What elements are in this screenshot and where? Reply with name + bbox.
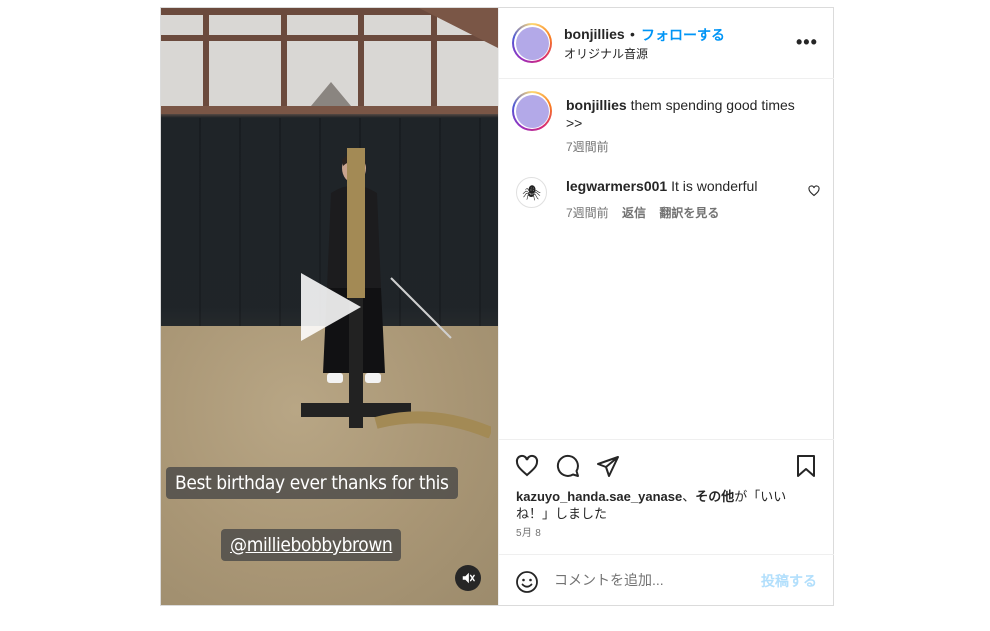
comment-timestamp[interactable]: 7週間前 <box>566 206 609 220</box>
post-header: bonjillies • フォローする オリジナル音源 ••• <box>499 8 834 79</box>
comment-text: legwarmers001 It is wonderful <box>566 178 757 194</box>
muted-speaker-icon[interactable] <box>455 565 481 591</box>
likes-others-link[interactable]: その他 <box>695 489 734 504</box>
bookmark-icon[interactable] <box>795 454 817 478</box>
follow-button[interactable]: フォローする <box>641 25 725 45</box>
likers-username[interactable]: kazuyo_handa.sae_yanase <box>516 489 682 504</box>
more-options-icon[interactable]: ••• <box>796 32 818 53</box>
post-container: Best birthday ever thanks for this @mill… <box>160 7 834 606</box>
header-separator: • <box>630 26 635 42</box>
caption-username[interactable]: bonjillies <box>566 97 627 113</box>
video-caption-mention: @milliebobbybrown <box>221 529 402 561</box>
post-date[interactable]: 5月 8 <box>516 524 541 539</box>
avatar[interactable] <box>512 23 552 63</box>
comment-like-heart-icon[interactable] <box>808 185 820 197</box>
play-icon[interactable] <box>301 273 361 341</box>
author-username[interactable]: bonjillies <box>564 26 625 42</box>
share-paper-plane-icon[interactable] <box>596 454 620 478</box>
translate-button[interactable]: 翻訳を見る <box>659 206 719 220</box>
comment-body: It is wonderful <box>671 178 758 194</box>
comment-composer: 投稿する <box>499 554 834 606</box>
post-comment-button[interactable]: 投稿する <box>761 571 817 591</box>
comment-meta: 7週間前 返信 翻訳を見る <box>566 204 729 221</box>
post-actions: kazuyo_handa.sae_yanase、その他が「いいね！」しました 5… <box>499 439 834 555</box>
comment-bubble-icon[interactable] <box>556 454 580 478</box>
audio-label[interactable]: オリジナル音源 <box>564 45 648 62</box>
commenter-avatar[interactable]: 🕷 <box>516 177 547 208</box>
caption-avatar[interactable] <box>512 91 552 131</box>
video-player[interactable]: Best birthday ever thanks for this @mill… <box>161 8 498 605</box>
post-side-panel: bonjillies • フォローする オリジナル音源 ••• bonjilli… <box>498 8 834 606</box>
emoji-icon[interactable] <box>515 570 539 594</box>
comment-username[interactable]: legwarmers001 <box>566 178 667 194</box>
likes-summary: kazuyo_handa.sae_yanase、その他が「いいね！」しました <box>516 488 816 522</box>
window-frame <box>161 8 498 114</box>
comment-input[interactable] <box>554 570 744 590</box>
video-caption-line-1: Best birthday ever thanks for this <box>166 467 458 499</box>
likes-mid: 、 <box>682 489 696 504</box>
reply-button[interactable]: 返信 <box>622 206 646 220</box>
like-heart-icon[interactable] <box>515 454 539 478</box>
caption-text: bonjillies them spending good times >> <box>566 96 806 132</box>
caption-timestamp[interactable]: 7週間前 <box>566 138 609 155</box>
